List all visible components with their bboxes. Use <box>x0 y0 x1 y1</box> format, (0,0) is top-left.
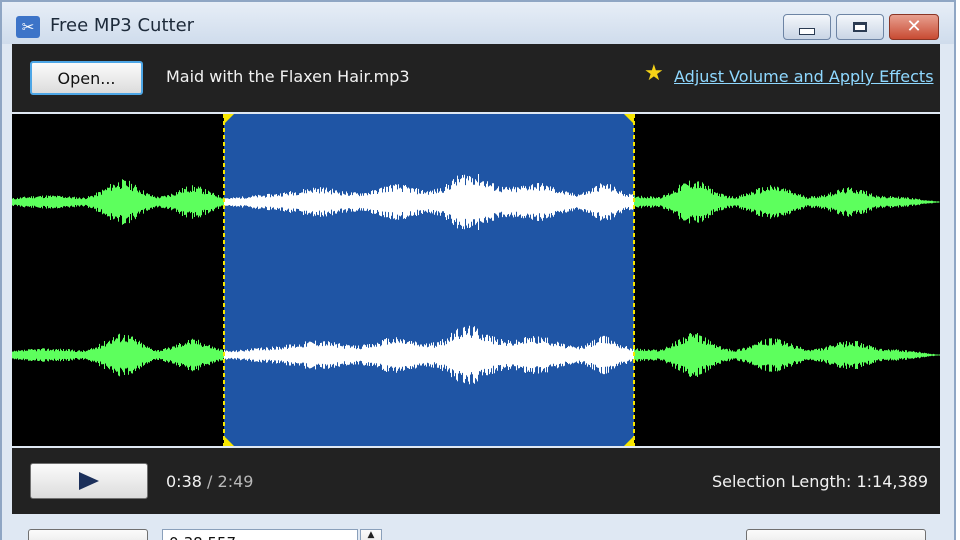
open-button[interactable]: Open... <box>30 61 143 95</box>
total-duration: 2:49 <box>217 472 254 491</box>
close-icon: ✕ <box>906 16 922 37</box>
star-icon: ★ <box>644 61 664 86</box>
start-time-input[interactable]: 0:38,557 <box>162 529 358 540</box>
title-bar: ✂ Free MP3 Cutter ✕ <box>2 2 954 44</box>
close-button[interactable]: ✕ <box>889 14 939 40</box>
time-separator: / <box>207 472 213 491</box>
play-button[interactable] <box>30 463 148 499</box>
selection-region[interactable] <box>224 114 634 446</box>
maximize-button[interactable] <box>836 14 884 40</box>
play-icon <box>79 472 99 490</box>
waveform-channel-segment <box>634 180 940 224</box>
current-position: 0:38 <box>166 472 202 491</box>
file-name: Maid with the Flaxen Hair.mp3 <box>166 67 410 86</box>
waveform-canvas[interactable] <box>12 114 940 446</box>
minimize-button[interactable] <box>783 14 831 40</box>
scissors-icon: ✂ <box>16 16 40 38</box>
playback-time: 0:38 / 2:49 <box>166 472 253 491</box>
maximize-icon <box>853 22 867 32</box>
bottom-panel: 0:38,557 ▲ <box>12 516 940 540</box>
selection-length: Selection Length: 1:14,389 <box>712 472 928 491</box>
transport-bar: 0:38 / 2:49 Selection Length: 1:14,389 <box>12 448 940 514</box>
set-start-button[interactable] <box>28 529 148 540</box>
minimize-icon <box>799 27 815 35</box>
waveform-channel-segment <box>12 179 224 225</box>
waveform-channel-segment <box>12 333 224 377</box>
cut-button[interactable] <box>746 529 926 540</box>
waveform-channel-segment <box>634 333 940 377</box>
window-title: Free MP3 Cutter <box>50 15 195 36</box>
selection-length-value: 1:14,389 <box>856 472 928 491</box>
file-toolbar: Open... Maid with the Flaxen Hair.mp3 ★ … <box>12 44 940 112</box>
start-time-spinner[interactable]: ▲ <box>360 529 382 540</box>
adjust-volume-effects-link[interactable]: Adjust Volume and Apply Effects <box>674 67 934 86</box>
selection-length-label: Selection Length: <box>711 472 852 491</box>
waveform-view[interactable] <box>12 114 940 446</box>
